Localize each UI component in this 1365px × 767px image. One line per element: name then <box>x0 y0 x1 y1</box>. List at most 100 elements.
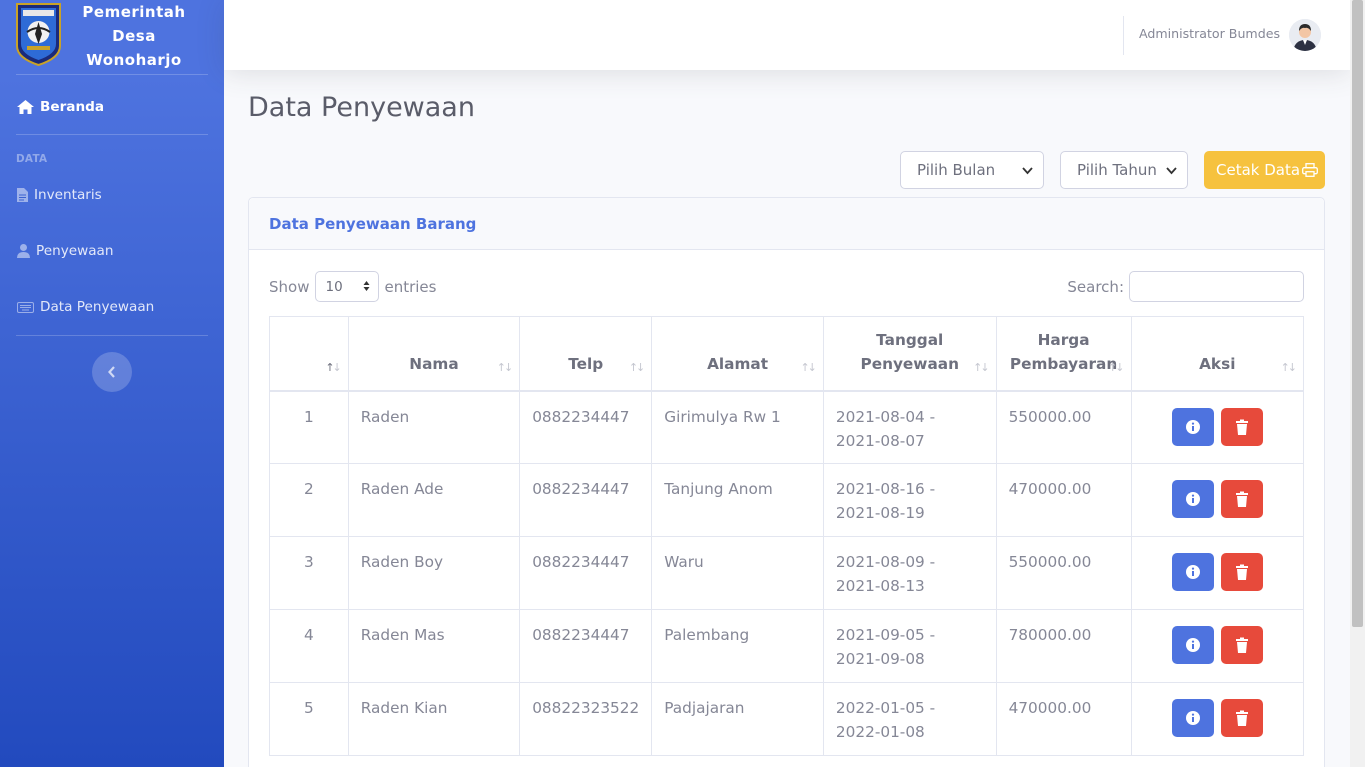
chevron-down-icon <box>1022 167 1033 175</box>
sort-asc-icon: ↑↓ <box>325 361 342 374</box>
cell-aksi <box>1130 609 1305 683</box>
table-header-row: ↑↓ Nama ↑↓ Telp ↑↓ Alamat ↑↓ Tanggal Penyew… <box>269 316 1305 392</box>
cell-telp: 0882234447 <box>519 609 653 683</box>
sidebar-item-label: Inventaris <box>34 187 102 203</box>
entries-select-value: 10 <box>325 278 343 295</box>
detail-button[interactable] <box>1171 407 1214 446</box>
cell-telp: 0882234447 <box>519 536 653 610</box>
info-circle-icon <box>1185 565 1200 579</box>
sidebar-item-label: Beranda <box>40 99 105 115</box>
cell-alamat: Waru <box>651 536 824 610</box>
entries-select[interactable]: 10 <box>315 271 380 302</box>
cell-tanggal: 2021-08-09 - 2021-08-13 <box>822 536 997 610</box>
rental-data-card: Data Penyewaan Barang Show 10 entries Se… <box>248 197 1325 767</box>
sort-icon: ↑↓ <box>1108 361 1125 374</box>
user-avatar-icon <box>1289 19 1321 51</box>
year-select[interactable]: Pilih Tahun <box>1060 151 1188 189</box>
sort-icon: ↑↓ <box>628 361 646 374</box>
delete-button[interactable] <box>1220 407 1263 446</box>
cell-nama: Raden Mas <box>347 609 521 683</box>
cell-no: 4 <box>269 609 349 683</box>
detail-button[interactable] <box>1171 480 1214 518</box>
cell-telp: 0882234447 <box>519 463 653 537</box>
month-select[interactable]: Pilih Bulan <box>900 151 1044 189</box>
cell-tanggal: 2022-01-05 - 2022-01-08 <box>822 682 997 756</box>
sort-arrows-icon <box>363 281 370 291</box>
sidebar-item-label: Penyewaan <box>36 243 114 259</box>
column-header-tanggal[interactable]: Tanggal Penyewaan ↑↓ <box>822 316 997 392</box>
sidebar-item-penyewaan[interactable]: Penyewaan <box>16 239 114 263</box>
delete-button[interactable] <box>1220 480 1263 518</box>
column-header-telp[interactable]: Telp ↑↓ <box>519 316 653 392</box>
sidebar-divider <box>16 74 208 75</box>
search-control: Search: <box>1067 271 1304 302</box>
topbar-divider <box>1123 16 1124 55</box>
village-emblem-logo <box>16 3 61 66</box>
sidebar-item-beranda[interactable]: Beranda <box>16 95 104 119</box>
show-label: Show <box>269 277 310 296</box>
print-data-button[interactable]: Cetak Data <box>1204 151 1325 189</box>
avatar[interactable] <box>1289 19 1321 51</box>
sort-icon: ↑↓ <box>1280 361 1298 374</box>
table-row: 4 Raden Mas 0882234447 Palembang 2021-09… <box>269 609 1305 683</box>
column-header-nama[interactable]: Nama ↑↓ <box>347 316 521 392</box>
cell-aksi <box>1130 463 1305 537</box>
detail-button[interactable] <box>1171 699 1214 737</box>
detail-button[interactable] <box>1171 626 1214 664</box>
print-icon <box>1302 163 1318 177</box>
scrollbar-thumb[interactable] <box>1352 0 1363 627</box>
cell-harga: 780000.00 <box>995 609 1132 683</box>
page-title: Data Penyewaan <box>248 92 475 123</box>
page-scrollbar[interactable] <box>1350 0 1365 767</box>
cell-alamat: Tanjung Anom <box>651 463 824 537</box>
brand-title: Pemerintah Desa Wonoharjo <box>82 3 186 69</box>
info-circle-icon <box>1185 419 1200 434</box>
sidebar-brand[interactable]: Pemerintah Desa Wonoharjo <box>0 0 224 74</box>
info-circle-icon <box>1185 638 1200 652</box>
cell-harga: 550000.00 <box>995 390 1132 464</box>
user-name[interactable]: Administrator Bumdes <box>1139 26 1280 41</box>
year-select-value: Pilih Tahun <box>1077 161 1157 179</box>
month-select-value: Pilih Bulan <box>917 161 996 179</box>
cell-telp: 08822323522 <box>519 682 653 756</box>
delete-button[interactable] <box>1220 626 1263 664</box>
cell-no: 3 <box>269 536 349 610</box>
column-header-alamat[interactable]: Alamat ↑↓ <box>651 316 824 392</box>
entries-length-control: Show 10 entries <box>269 271 436 302</box>
cell-alamat: Padjajaran <box>651 682 824 756</box>
column-header-no[interactable]: ↑↓ <box>269 316 349 392</box>
sort-icon: ↑↓ <box>496 361 514 374</box>
cell-tanggal: 2021-08-04 - 2021-08-07 <box>822 390 997 464</box>
keyboard-icon <box>16 301 34 313</box>
column-header-aksi[interactable]: Aksi ↑↓ <box>1130 316 1305 392</box>
table-row: 1 Raden 0882234447 Girimulya Rw 1 2021-0… <box>269 390 1305 464</box>
cell-aksi <box>1130 682 1305 756</box>
entries-label: entries <box>384 277 437 296</box>
sidebar-item-inventaris[interactable]: Inventaris <box>16 183 102 207</box>
table-row: 5 Raden Kian 08822323522 Padjajaran 2022… <box>269 682 1305 756</box>
detail-button[interactable] <box>1171 553 1214 591</box>
cell-nama: Raden <box>347 390 521 464</box>
sidebar-toggle-button[interactable] <box>92 352 132 392</box>
sidebar-item-data-penyewaan[interactable]: Data Penyewaan <box>16 295 154 319</box>
cell-tanggal: 2021-08-16 - 2021-08-19 <box>822 463 997 537</box>
cell-harga: 550000.00 <box>995 536 1132 610</box>
cell-nama: Raden Kian <box>347 682 521 756</box>
info-circle-icon <box>1185 711 1200 725</box>
trash-icon <box>1235 710 1248 726</box>
cell-alamat: Girimulya Rw 1 <box>651 390 824 464</box>
table-row: 2 Raden Ade 0882234447 Tanjung Anom 2021… <box>269 463 1305 537</box>
home-icon <box>16 100 34 114</box>
delete-button[interactable] <box>1220 699 1263 737</box>
delete-button[interactable] <box>1220 553 1263 591</box>
card-title: Data Penyewaan Barang <box>269 215 477 233</box>
sidebar-divider <box>16 335 208 336</box>
cell-aksi <box>1130 390 1305 464</box>
file-icon <box>16 188 28 202</box>
column-header-harga[interactable]: Harga Pembayaran ↑↓ <box>995 316 1132 392</box>
trash-icon <box>1235 419 1248 435</box>
sort-icon: ↑↓ <box>973 361 990 374</box>
search-input[interactable] <box>1129 271 1304 302</box>
info-circle-icon <box>1185 492 1200 506</box>
cell-nama: Raden Ade <box>347 463 521 537</box>
